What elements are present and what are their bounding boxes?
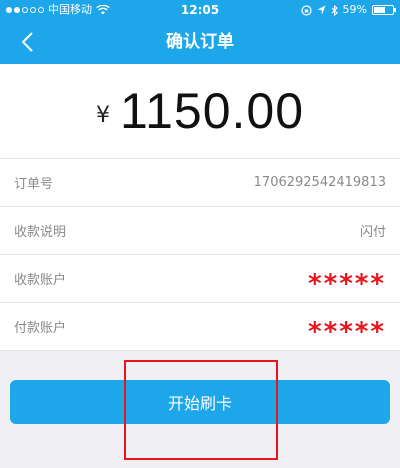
action-area: 开始刷卡 [0, 352, 400, 468]
detail-value: 闪付 [359, 225, 386, 240]
app-header: 中国移动 12:05 59% 确认订单 [0, 0, 400, 64]
currency-symbol: ¥ [95, 102, 110, 128]
location-icon [317, 5, 326, 15]
detail-row-payment-note: 收款说明 闪付 [0, 207, 400, 255]
detail-row-payee-account: 收款账户 ***** [0, 255, 400, 303]
back-button[interactable] [10, 26, 44, 58]
nav-bar: 确认订单 [0, 20, 400, 64]
detail-label: 付款账户 [14, 321, 67, 336]
battery-icon [372, 5, 396, 15]
masked-account-value: ***** [308, 268, 386, 299]
bluetooth-icon [331, 4, 338, 16]
orientation-lock-icon [300, 4, 312, 16]
detail-row-payer-account: 付款账户 ***** [0, 303, 400, 351]
detail-label: 收款账户 [14, 273, 67, 288]
amount-value: 1150.00 [119, 83, 305, 139]
battery-percent: 59% [342, 3, 367, 16]
start-swipe-button[interactable]: 开始刷卡 [10, 380, 390, 424]
battery-level [374, 7, 385, 13]
chevron-left-icon [22, 32, 33, 52]
detail-row-order-number: 订单号 1706292542419813 [0, 159, 400, 207]
masked-account-value: ***** [308, 316, 386, 347]
status-right: 59% [300, 0, 396, 20]
order-details: 订单号 1706292542419813 收款说明 闪付 收款账户 ***** … [0, 158, 400, 351]
page-title: 确认订单 [166, 32, 234, 52]
detail-value: 1706292542419813 [253, 175, 386, 190]
amount-card: ¥ 1150.00 [0, 64, 400, 158]
status-bar: 中国移动 12:05 59% [0, 0, 400, 20]
detail-label: 收款说明 [14, 225, 67, 240]
detail-label: 订单号 [14, 177, 54, 192]
